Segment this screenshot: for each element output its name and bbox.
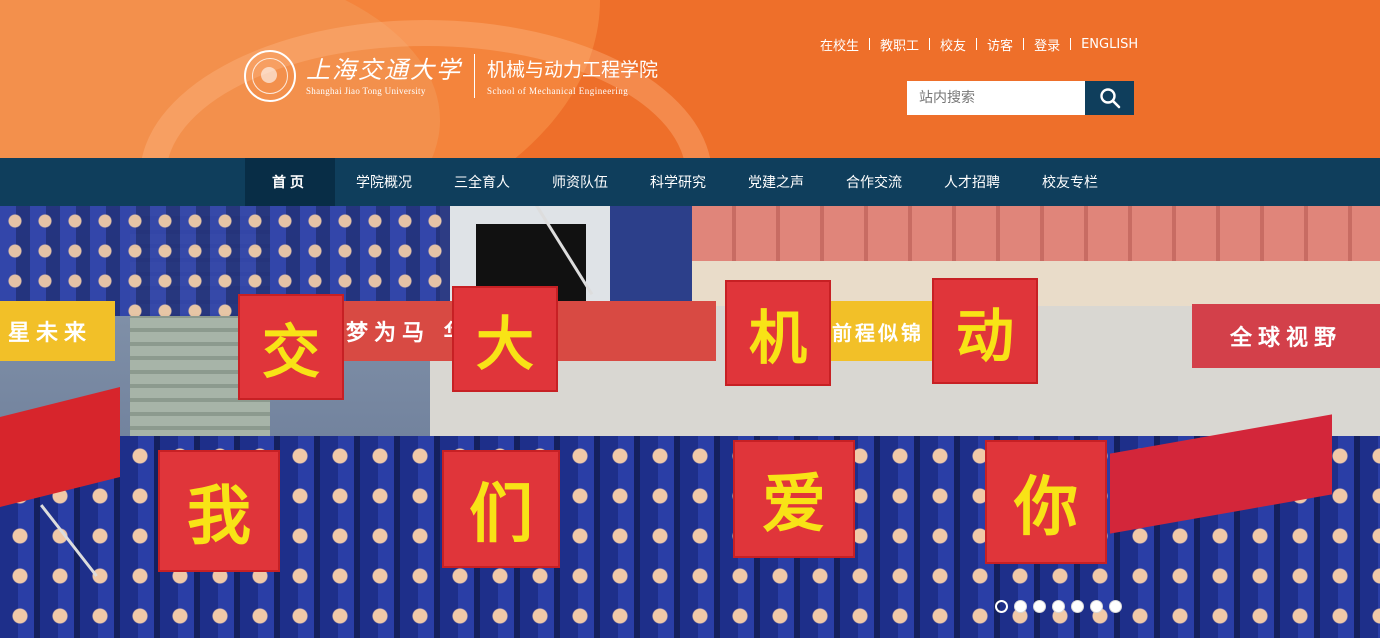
nav-item-education[interactable]: 三全育人 [433,158,531,206]
site-search [907,81,1134,115]
school-name-en: School of Mechanical Engineering [487,85,629,96]
nav-item-about[interactable]: 学院概况 [335,158,433,206]
link-students[interactable]: 在校生 [815,35,864,54]
hero-banner[interactable]: 星未来 梦为马 华 马 前程似锦 全球视野 交 大 机 动 我 们 爱 你 [0,206,1380,638]
search-icon [1099,88,1120,109]
logo-divider [474,54,475,98]
character-sign: 们 [442,450,560,568]
carousel-dot[interactable] [1033,600,1046,613]
hanging-banner: 前程似锦 [826,301,936,361]
link-visitors[interactable]: 访客 [982,35,1018,54]
link-login[interactable]: 登录 [1029,35,1065,54]
school-name-cn: 机械与动力工程学院 [487,58,659,81]
carousel-dot[interactable] [1071,600,1084,613]
search-button[interactable] [1085,81,1134,115]
carousel-dot[interactable] [995,600,1008,613]
nav-item-cooperation[interactable]: 合作交流 [825,158,923,206]
character-sign: 交 [238,294,344,400]
link-english[interactable]: ENGLISH [1076,37,1143,52]
carousel-dot[interactable] [1014,600,1027,613]
stadium-seats [692,206,1380,261]
search-input[interactable] [907,81,1085,115]
top-links: 在校生 教职工 校友 访客 登录 ENGLISH [815,35,1143,54]
nav-item-research[interactable]: 科学研究 [629,158,727,206]
main-nav: 首页 学院概况 三全育人 师资队伍 科学研究 党建之声 合作交流 人才招聘 校友… [0,158,1380,206]
university-name-cn: 上海交通大学 [306,56,462,84]
university-name-en: Shanghai Jiao Tong University [306,86,426,96]
university-seal-icon [244,50,296,102]
link-separator [1070,38,1072,50]
carousel-dot[interactable] [1090,600,1103,613]
link-separator [1023,38,1025,50]
link-alumni[interactable]: 校友 [935,35,971,54]
link-separator [869,38,871,50]
site-header: 上海交通大学 Shanghai Jiao Tong University 机械与… [0,0,1380,158]
character-sign: 我 [158,450,280,572]
site-logo[interactable]: 上海交通大学 Shanghai Jiao Tong University 机械与… [244,47,658,105]
nav-item-home[interactable]: 首页 [245,158,335,206]
link-staff[interactable]: 教职工 [875,35,924,54]
link-separator [929,38,931,50]
carousel-indicators [995,600,1122,613]
carousel-dot[interactable] [1109,600,1122,613]
nav-item-recruitment[interactable]: 人才招聘 [923,158,1021,206]
character-sign: 大 [452,286,558,392]
link-separator [976,38,978,50]
character-sign: 你 [985,440,1107,564]
hanging-banner: 全球视野 [1192,304,1380,368]
character-sign: 爱 [733,440,855,558]
character-sign: 动 [932,278,1038,384]
nav-item-alumni[interactable]: 校友专栏 [1021,158,1119,206]
nav-item-faculty[interactable]: 师资队伍 [531,158,629,206]
hanging-banner: 星未来 [0,301,115,361]
carousel-dot[interactable] [1052,600,1065,613]
character-sign: 机 [725,280,831,386]
graduates-crowd [0,206,450,316]
nav-item-party[interactable]: 党建之声 [727,158,825,206]
